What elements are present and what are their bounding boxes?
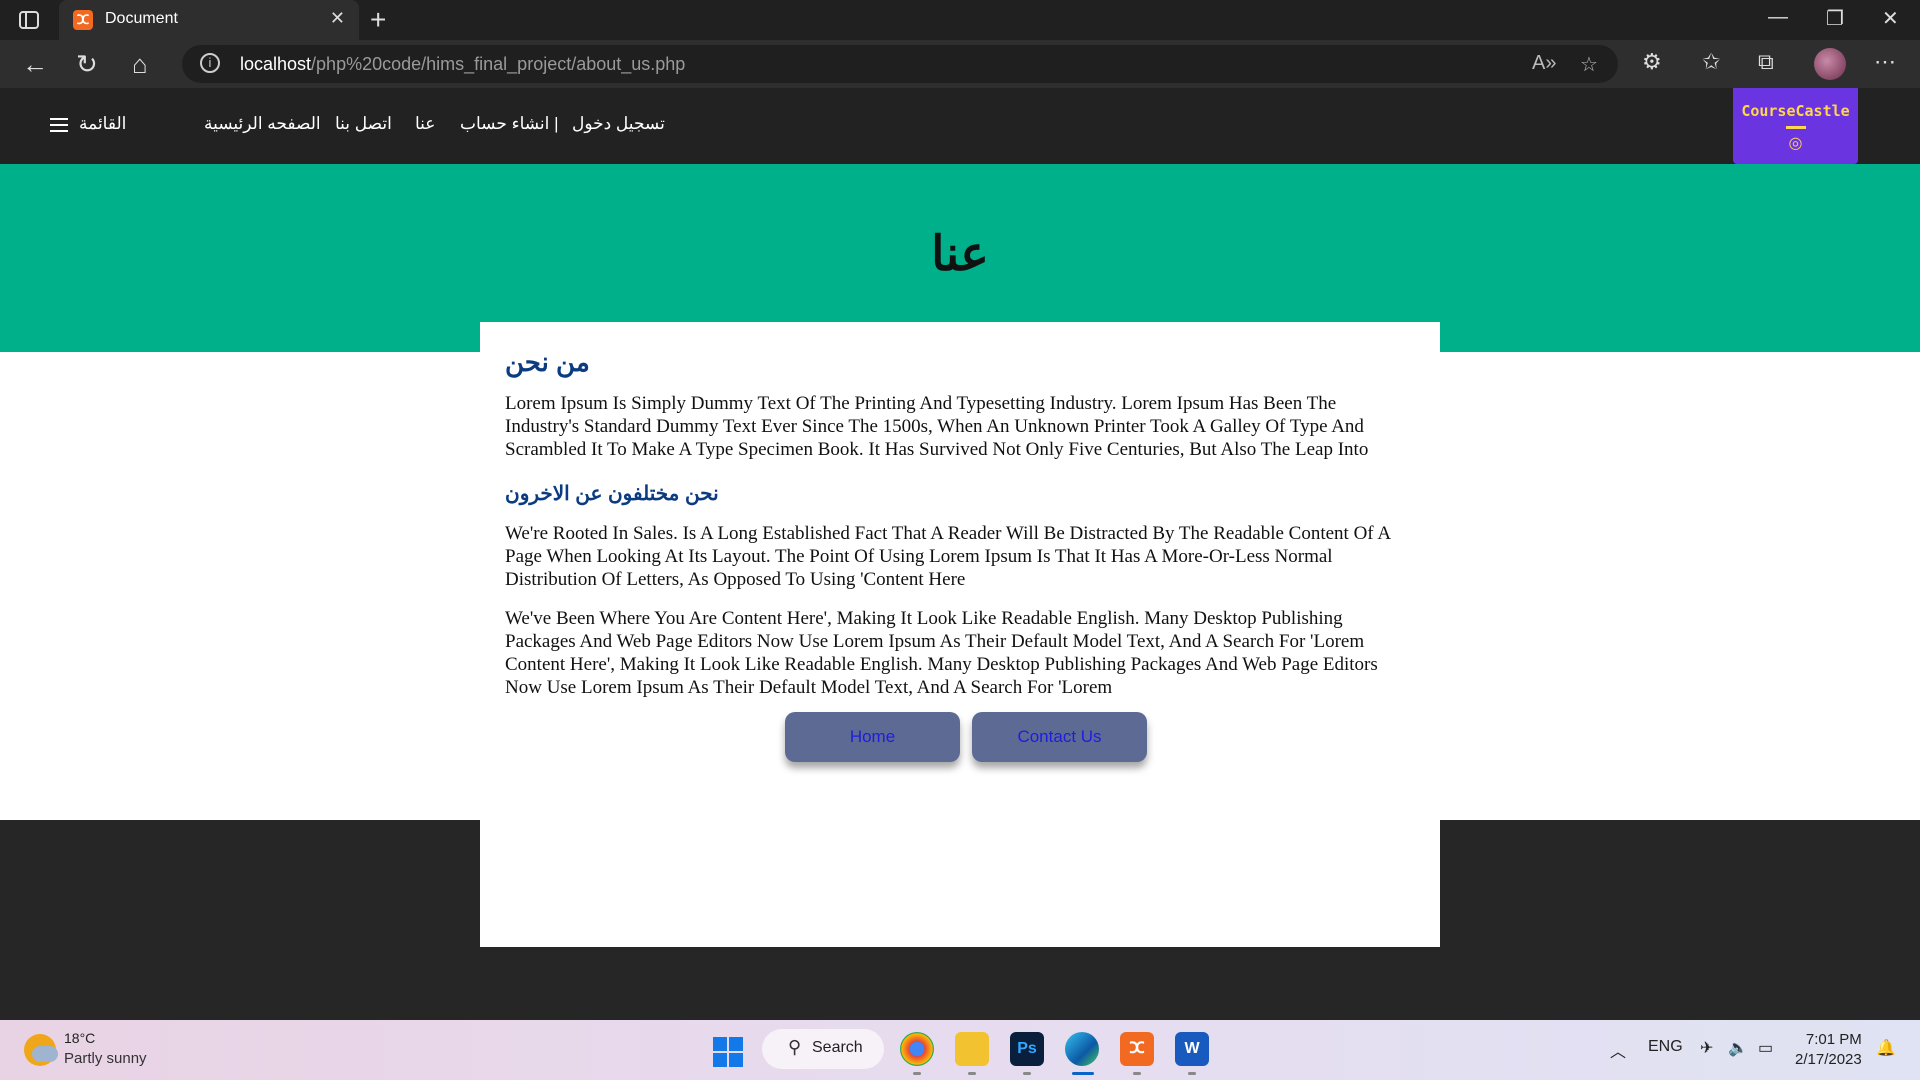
notifications-icon[interactable]: 🔔 [1876, 1038, 1896, 1058]
back-icon[interactable]: ← [22, 49, 48, 80]
browser-tab[interactable]: ⵋ Document ✕ [59, 0, 359, 40]
xampp-favicon-icon: ⵋ [73, 10, 93, 30]
volume-icon[interactable]: 🔈 [1728, 1038, 1748, 1058]
contact-us-button[interactable]: Contact Us [972, 712, 1147, 762]
different-paragraph-2: We've Been Where You Are Content Here', … [505, 608, 1378, 698]
language-indicator[interactable]: ENG [1648, 1038, 1683, 1056]
site-info-icon[interactable]: i [200, 53, 220, 73]
chrome-icon[interactable] [900, 1032, 934, 1066]
site-navbar: CourseCastle ◎ تسجيل دخول | انشاء حساب ع… [0, 88, 1920, 164]
taskbar-search[interactable]: ⚲ Search [762, 1029, 884, 1069]
different-heading: نحن مختلفون عن الاخرون [505, 483, 719, 505]
taskbar: 18°C Partly sunny ⚲ Search Ps ⵋ W ︿ ENG … [0, 1020, 1920, 1080]
nav-contact[interactable]: اتصل بنا [335, 114, 392, 134]
file-explorer-running-indicator [968, 1072, 976, 1075]
more-icon[interactable]: ⋯ [1874, 49, 1896, 75]
home-button[interactable]: Home [785, 712, 960, 762]
clock-time: 7:01 PM [1805, 1031, 1862, 1048]
nav-register[interactable]: | انشاء حساب [460, 114, 559, 134]
favorites-icon[interactable]: ✩ [1702, 49, 1720, 75]
minimize-icon[interactable]: — [1768, 6, 1788, 29]
taskbar-search-label: Search [812, 1039, 863, 1056]
clock-date: 2/17/2023 [1795, 1051, 1862, 1068]
home-icon[interactable]: ⌂ [132, 49, 148, 80]
address-toolbar: ← ↻ ⌂ i localhost/php%20code/hims_final_… [0, 40, 1920, 88]
read-aloud-icon[interactable]: A» [1532, 52, 1556, 75]
tab-title: Document [105, 10, 178, 27]
file-explorer-icon[interactable] [955, 1032, 989, 1066]
search-icon: ⚲ [788, 1037, 802, 1057]
show-hidden-icons-icon[interactable]: ︿ [1610, 1038, 1626, 1062]
nav-about[interactable]: عنا [415, 114, 435, 134]
logo-mark-icon: ◎ [1788, 135, 1803, 152]
about-heading: من نحن [505, 347, 590, 377]
airplane-mode-icon[interactable]: ✈ [1700, 1038, 1713, 1058]
profile-avatar[interactable] [1814, 48, 1846, 80]
photoshop-icon[interactable]: Ps [1010, 1032, 1044, 1066]
nav-login[interactable]: تسجيل دخول [572, 114, 665, 134]
url-text[interactable]: localhost/php%20code/hims_final_project/… [240, 54, 685, 75]
xampp-running-indicator [1133, 1072, 1141, 1075]
restore-icon[interactable]: ❐ [1826, 6, 1844, 31]
clock[interactable]: 7:01 PM 2/17/2023 [1795, 1030, 1862, 1070]
different-paragraph-1: We're Rooted In Sales. Is A Long Establi… [505, 523, 1390, 590]
site-logo[interactable]: CourseCastle ◎ [1733, 88, 1858, 164]
menu-icon[interactable] [50, 118, 68, 132]
collections-icon[interactable]: ⧉ [1758, 49, 1774, 75]
start-icon[interactable] [713, 1037, 743, 1067]
weather-description[interactable]: Partly sunny [64, 1050, 147, 1067]
browser-tab-bar: ⵋ Document ✕ + — ❐ ✕ [0, 0, 1920, 40]
button-row: Home Contact Us [785, 712, 1159, 762]
xampp-icon[interactable]: ⵋ [1120, 1032, 1154, 1066]
tab-actions-icon[interactable] [18, 9, 40, 31]
close-tab-icon[interactable]: ✕ [330, 8, 345, 29]
word-icon[interactable]: W [1175, 1032, 1209, 1066]
word-running-indicator [1188, 1072, 1196, 1075]
refresh-icon[interactable]: ↻ [76, 49, 98, 80]
about-paragraph: Lorem Ipsum Is Simply Dummy Text Of The … [505, 393, 1369, 460]
weather-cloud-icon [32, 1046, 58, 1062]
weather-temperature[interactable]: 18°C [64, 1030, 95, 1046]
logo-bar [1785, 126, 1806, 129]
edge-active-indicator [1072, 1072, 1094, 1075]
chrome-running-indicator [913, 1072, 921, 1075]
battery-icon[interactable]: ▭ [1758, 1038, 1773, 1058]
new-tab-icon[interactable]: + [370, 4, 386, 36]
edge-icon[interactable] [1065, 1032, 1099, 1066]
photoshop-running-indicator [1023, 1072, 1031, 1075]
address-bar[interactable]: i localhost/php%20code/hims_final_projec… [182, 45, 1618, 83]
content-card: من نحن Lorem Ipsum Is Simply Dummy Text … [480, 322, 1440, 947]
close-window-icon[interactable]: ✕ [1882, 6, 1899, 31]
add-favorite-icon[interactable]: ☆ [1580, 52, 1598, 77]
extensions-icon[interactable]: ⚙ [1642, 49, 1662, 75]
nav-home[interactable]: الصفحه الرئيسية [204, 114, 321, 134]
menu-label[interactable]: القائمة [79, 114, 126, 134]
page-title: عنا [931, 228, 989, 281]
